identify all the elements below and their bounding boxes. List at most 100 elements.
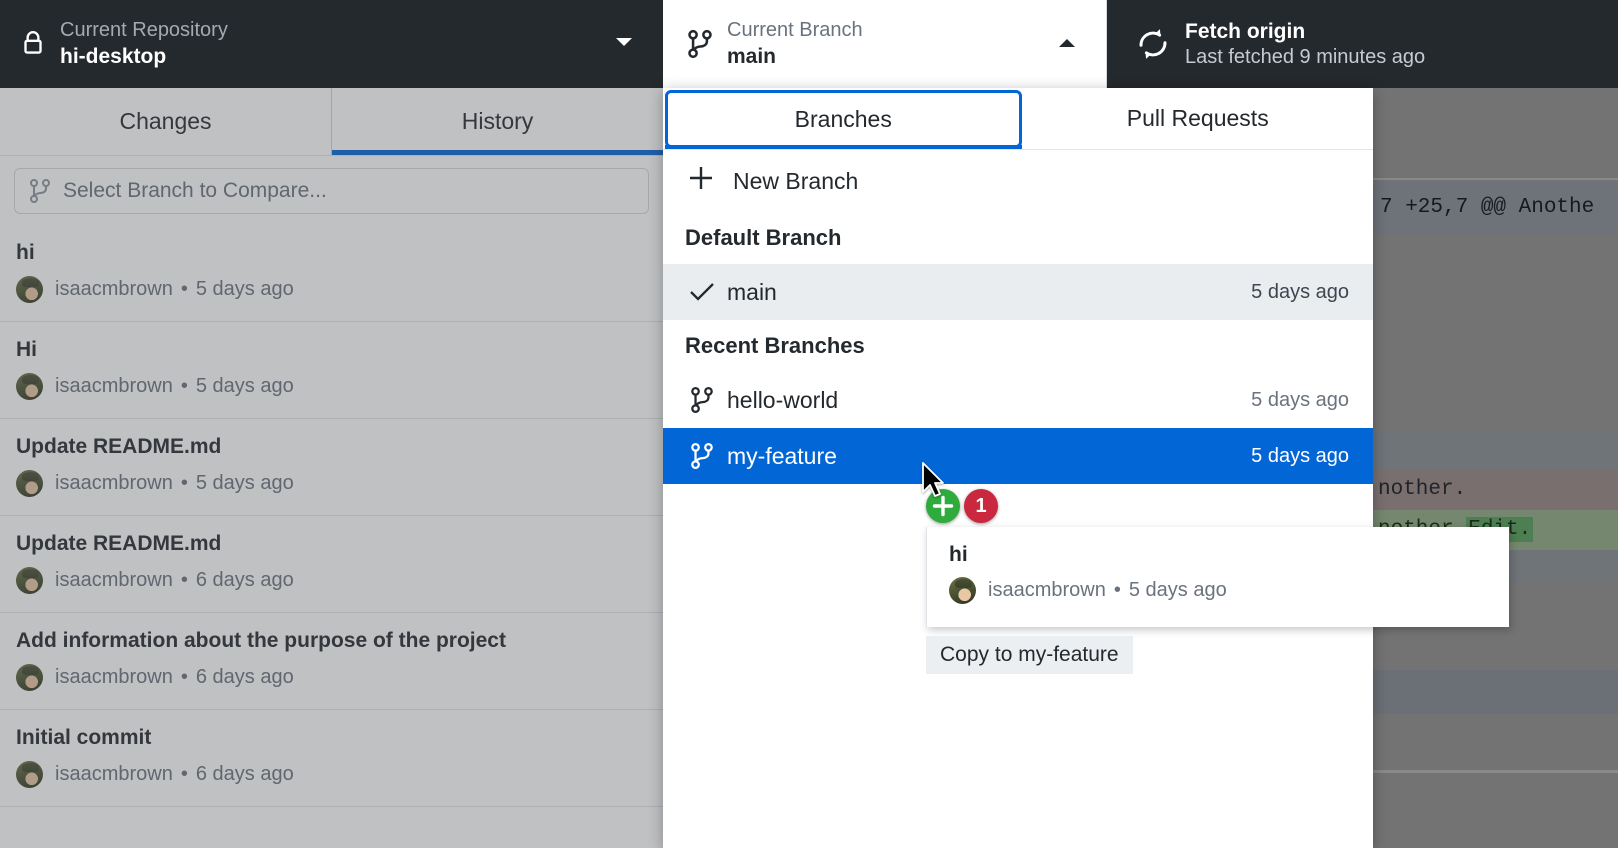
current-repository-button[interactable]: Current Repository hi-desktop	[0, 0, 663, 88]
commit-separator: •	[180, 278, 188, 300]
commit-list-item[interactable]: Update README.md isaacmbrown • 5 days ag…	[0, 419, 663, 516]
drag-commit-separator: •	[1113, 579, 1121, 601]
commit-separator: •	[180, 666, 188, 688]
commit-list: hi isaacmbrown • 5 days ago Hi isaacmbro…	[0, 225, 663, 807]
drag-commit-preview: hi isaacmbrown • 5 days ago	[926, 527, 1509, 627]
tab-changes[interactable]: Changes	[0, 88, 332, 155]
tab-pull-requests-label: Pull Requests	[1126, 105, 1269, 131]
chevron-up-icon	[1058, 35, 1076, 53]
commit-separator: •	[180, 375, 188, 397]
commit-date: 6 days ago	[195, 569, 294, 591]
branch-name: hello-world	[727, 386, 839, 413]
commit-date: 5 days ago	[195, 472, 294, 494]
commit-list-item[interactable]: Update README.md isaacmbrown • 6 days ag…	[0, 516, 663, 613]
drag-commit-date: 5 days ago	[1128, 579, 1227, 601]
group-heading-recent-branches: Recent Branches	[685, 333, 865, 358]
commit-separator: •	[180, 763, 188, 785]
commit-meta: isaacmbrown • 5 days ago	[16, 276, 647, 303]
tab-pull-requests[interactable]: Pull Requests	[1023, 88, 1374, 149]
branch-row-hello-world[interactable]: hello-world 5 days ago	[663, 372, 1373, 428]
commit-list-item[interactable]: Add information about the purpose of the…	[0, 613, 663, 710]
current-branch-button[interactable]: Current Branch main	[663, 0, 1107, 88]
drag-count-badge: 1	[964, 489, 998, 523]
tab-branches-label: Branches	[794, 105, 892, 132]
commit-meta: isaacmbrown • 5 days ago	[16, 470, 647, 497]
compare-branch-input[interactable]: Select Branch to Compare...	[14, 168, 649, 214]
avatar	[16, 761, 43, 788]
lock-icon	[16, 29, 50, 59]
commit-meta: isaacmbrown • 5 days ago	[16, 373, 647, 400]
commit-meta: isaacmbrown • 6 days ago	[16, 664, 647, 691]
current-branch-value: main	[727, 45, 777, 68]
diff-blank-line-3	[1370, 670, 1618, 714]
current-repository-text: Current Repository hi-desktop	[60, 18, 228, 70]
branch-name: my-feature	[727, 442, 837, 469]
git-branch-icon	[685, 386, 719, 414]
compare-branch-placeholder: Select Branch to Compare...	[63, 179, 327, 202]
git-branch-icon	[685, 442, 719, 470]
diff-context-line: nother.	[1370, 470, 1618, 510]
tab-branches[interactable]: Branches	[665, 90, 1022, 149]
diff-pane: 7 +25,7 @@ Anothe nother. nother.Edit.	[1370, 80, 1618, 848]
diff-separator-2	[1370, 770, 1618, 773]
diff-blank-line	[1370, 432, 1618, 470]
commit-meta: isaacmbrown • 6 days ago	[16, 761, 647, 788]
current-branch-label: Current Branch	[727, 19, 863, 41]
commit-list-item[interactable]: Initial commit isaacmbrown • 6 days ago	[0, 710, 663, 807]
toolbar: Current Repository hi-desktop Current Br…	[0, 0, 1618, 88]
group-heading-default-branch: Default Branch	[685, 225, 842, 250]
drag-commit-meta: isaacmbrown • 5 days ago	[949, 577, 1491, 604]
commit-title: hi	[16, 241, 35, 264]
commit-author: isaacmbrown	[55, 472, 173, 494]
commit-author: isaacmbrown	[55, 375, 173, 397]
git-branch-icon	[27, 178, 53, 204]
commit-date: 5 days ago	[195, 278, 294, 300]
fetch-origin-title: Fetch origin	[1185, 20, 1306, 43]
current-branch-text: Current Branch main	[727, 18, 863, 70]
tab-history-label: History	[461, 108, 534, 134]
fetch-origin-text: Fetch origin Last fetched 9 minutes ago	[1185, 18, 1425, 70]
branch-date: 5 days ago	[1251, 444, 1349, 467]
commit-list-item[interactable]: hi isaacmbrown • 5 days ago	[0, 225, 663, 322]
sidebar: Changes History Select Branch to Compare	[0, 88, 663, 848]
commit-title: Add information about the purpose of the…	[16, 629, 506, 652]
tab-changes-label: Changes	[119, 108, 212, 134]
diff-hunk-header: 7 +25,7 @@ Anothe	[1370, 182, 1618, 234]
branch-date: 5 days ago	[1251, 388, 1349, 411]
branch-row-my-feature[interactable]: my-feature 5 days ago	[663, 428, 1373, 484]
current-repository-label: Current Repository	[60, 19, 228, 41]
sync-icon	[1133, 26, 1173, 62]
new-branch-button[interactable]: New Branch	[663, 150, 1373, 212]
avatar	[949, 577, 976, 604]
chevron-down-icon	[615, 35, 633, 53]
avatar	[16, 470, 43, 497]
compare-branch-bar: Select Branch to Compare...	[0, 156, 663, 225]
drag-tooltip: Copy to my-feature	[926, 636, 1133, 674]
commit-title: Update README.md	[16, 532, 222, 555]
fetch-origin-subtitle: Last fetched 9 minutes ago	[1185, 46, 1426, 68]
sidebar-tabbar: Changes History	[0, 88, 663, 156]
mouse-cursor-icon	[921, 461, 947, 506]
branch-date: 5 days ago	[1251, 280, 1349, 303]
commit-date: 6 days ago	[195, 763, 294, 785]
branch-row-main[interactable]: main 5 days ago	[663, 264, 1373, 320]
foldout-tabbar: Branches Pull Requests	[663, 88, 1373, 150]
commit-separator: •	[180, 472, 188, 494]
avatar	[16, 276, 43, 303]
fetch-origin-button[interactable]: Fetch origin Last fetched 9 minutes ago	[1107, 0, 1618, 88]
commit-meta: isaacmbrown • 6 days ago	[16, 567, 647, 594]
commit-author: isaacmbrown	[55, 763, 173, 785]
drag-commit-author: isaacmbrown	[988, 579, 1106, 601]
commit-separator: •	[180, 569, 188, 591]
plus-icon	[687, 164, 717, 198]
commit-author: isaacmbrown	[55, 569, 173, 591]
drag-commit-title: hi	[949, 543, 968, 566]
avatar	[16, 664, 43, 691]
drag-count-value: 1	[975, 494, 987, 517]
commit-list-item[interactable]: Hi isaacmbrown • 5 days ago	[0, 322, 663, 419]
commit-author: isaacmbrown	[55, 666, 173, 688]
avatar	[16, 567, 43, 594]
commit-title: Hi	[16, 338, 37, 361]
tab-history[interactable]: History	[332, 88, 663, 155]
diff-separator	[1370, 178, 1618, 180]
